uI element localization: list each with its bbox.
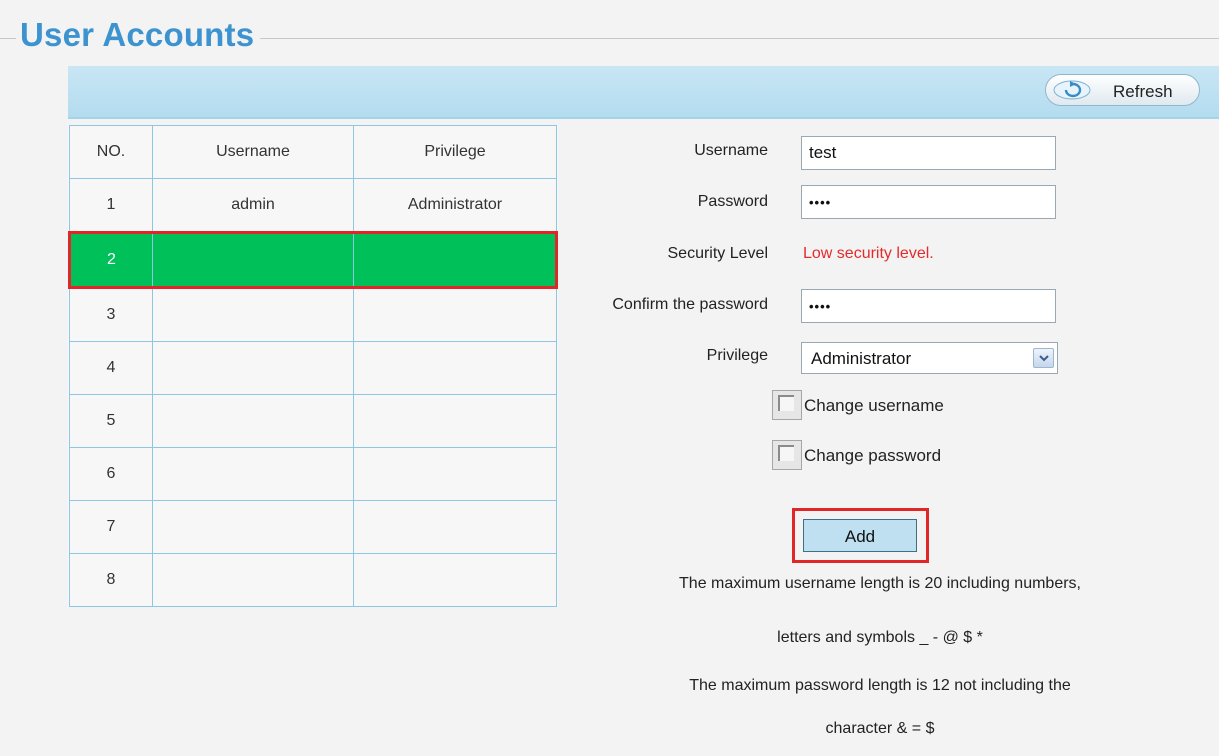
page-title: User Accounts <box>16 16 261 54</box>
note-password-characters: character & = $ <box>825 720 935 737</box>
row-username <box>152 447 354 501</box>
row-username <box>152 500 354 554</box>
row-privilege <box>353 553 557 607</box>
row-privilege <box>353 287 557 342</box>
row-username <box>152 287 354 342</box>
row-no: 5 <box>69 394 153 448</box>
row-privilege <box>353 500 557 554</box>
header-privilege: Privilege <box>353 125 557 179</box>
row-no: 2 <box>68 231 153 289</box>
note-username-symbols: letters and symbols _ - @ $ * <box>777 629 983 646</box>
row-username <box>152 394 354 448</box>
privilege-label: Privilege <box>706 347 768 364</box>
row-no: 3 <box>69 287 153 342</box>
username-label: Username <box>694 142 768 159</box>
row-no: 8 <box>69 553 153 607</box>
row-privilege <box>353 447 557 501</box>
table-header-row: NO. Username Privilege <box>69 125 557 179</box>
table-row[interactable]: 3 <box>69 287 557 342</box>
user-table: NO. Username Privilege 1 admin Administr… <box>68 125 558 607</box>
refresh-label: Refresh <box>1113 82 1173 101</box>
row-no: 7 <box>69 500 153 554</box>
password-field[interactable]: •••• <box>801 185 1056 219</box>
refresh-button[interactable]: Refresh <box>1045 74 1200 106</box>
row-username: admin <box>152 178 354 233</box>
table-row[interactable]: 4 <box>69 341 557 395</box>
table-row[interactable]: 1 admin Administrator <box>69 178 557 233</box>
row-username <box>152 231 354 289</box>
toolbar: Refresh <box>68 66 1219 119</box>
header-no: NO. <box>69 125 153 179</box>
table-row[interactable]: 5 <box>69 394 557 448</box>
add-button-highlight: Add <box>792 508 929 563</box>
privilege-select-value: Administrator <box>811 349 912 368</box>
add-button[interactable]: Add <box>803 519 917 552</box>
change-username-checkbox[interactable] <box>772 390 802 420</box>
table-row[interactable]: 7 <box>69 500 557 554</box>
row-privilege <box>353 231 558 289</box>
refresh-icon <box>1053 80 1091 100</box>
confirm-password-label: Confirm the password <box>612 296 768 313</box>
username-field[interactable]: test <box>801 136 1056 170</box>
table-row[interactable]: 8 <box>69 553 557 607</box>
table-row-selected[interactable]: 2 <box>68 231 558 289</box>
password-label: Password <box>697 193 768 210</box>
confirm-password-field[interactable]: •••• <box>801 289 1056 323</box>
security-level-value: Low security level. <box>803 245 934 262</box>
row-privilege: Administrator <box>353 178 557 233</box>
row-privilege <box>353 341 557 395</box>
row-username <box>152 553 354 607</box>
checkbox-icon <box>778 445 794 461</box>
change-username-label: Change username <box>804 396 944 415</box>
change-password-label: Change password <box>804 446 942 465</box>
row-no: 4 <box>69 341 153 395</box>
row-username <box>152 341 354 395</box>
table-row[interactable]: 6 <box>69 447 557 501</box>
row-privilege <box>353 394 557 448</box>
chevron-down-icon[interactable] <box>1033 348 1054 368</box>
note-password-length: The maximum password length is 12 not in… <box>689 677 1071 694</box>
row-no: 1 <box>69 178 153 233</box>
checkbox-icon <box>778 395 794 411</box>
change-password-checkbox[interactable] <box>772 440 802 470</box>
privilege-select[interactable]: Administrator <box>801 342 1058 374</box>
header-username: Username <box>152 125 354 179</box>
security-level-label: Security Level <box>667 245 769 262</box>
row-no: 6 <box>69 447 153 501</box>
note-username-length: The maximum username length is 20 includ… <box>679 575 1081 592</box>
user-accounts-page: User Accounts Refresh NO. Username Privi… <box>0 0 1219 756</box>
